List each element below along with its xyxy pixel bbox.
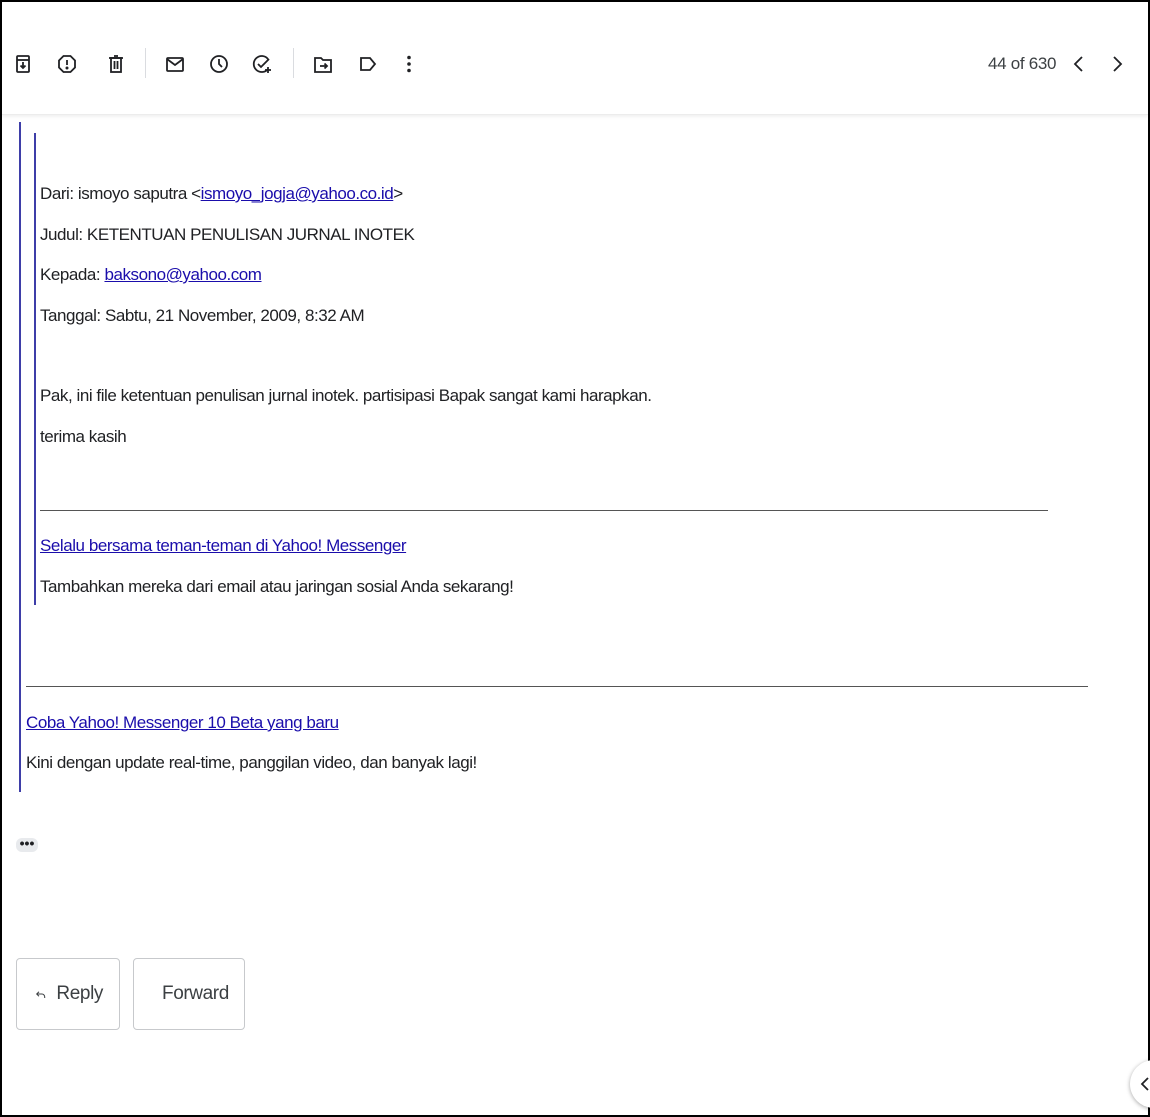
divider: [40, 510, 1048, 511]
reply-label: Reply: [56, 983, 103, 1004]
pagination-count: 44 of 630: [988, 54, 1057, 73]
sender-email-link[interactable]: ismoyo_jogja@yahoo.co.id: [201, 184, 394, 203]
forward-label: Forward: [162, 983, 229, 1004]
footer-link-beta: Coba Yahoo! Messenger 10 Beta yang baru: [26, 713, 339, 733]
forward-button[interactable]: Forward: [133, 958, 245, 1030]
messenger-promo-link[interactable]: Selalu bersama teman-teman di Yahoo! Mes…: [40, 536, 407, 555]
to-label: Kepada:: [40, 265, 105, 284]
trash-icon[interactable]: [103, 50, 129, 78]
add-task-icon[interactable]: [249, 50, 275, 78]
footer-text-messenger: Tambahkan mereka dari email atau jaringa…: [40, 577, 514, 596]
message-toolbar: 44 of 630: [2, 2, 1148, 115]
more-vert-icon[interactable]: [396, 50, 422, 78]
move-to-icon[interactable]: [310, 50, 336, 78]
chevron-left-icon[interactable]: [1066, 50, 1092, 78]
email-view: 44 of 630 Dari: ismoyo saputra <ismoyo_j…: [0, 0, 1150, 1117]
date-line: Tanggal: Sabtu, 21 November, 2009, 8:32 …: [40, 306, 365, 325]
reply-icon: [35, 991, 46, 998]
clock-icon[interactable]: [206, 50, 232, 78]
chevron-left-icon: [1140, 1077, 1149, 1091]
body-text-closing: terima kasih: [40, 427, 127, 446]
report-spam-icon[interactable]: [54, 50, 80, 78]
from-line: Dari: ismoyo saputra <ismoyo_jogja@yahoo…: [40, 184, 403, 204]
toolbar-divider: [293, 48, 294, 78]
to-line: Kepada: baksono@yahoo.com: [40, 265, 262, 285]
label-icon[interactable]: [355, 50, 381, 78]
reply-button[interactable]: Reply: [16, 958, 120, 1030]
subject-line: Judul: KETENTUAN PENULISAN JURNAL INOTEK: [40, 225, 415, 244]
body-text: Pak, ini file ketentuan penulisan jurnal…: [40, 386, 652, 405]
archive-icon[interactable]: [10, 50, 36, 78]
messenger-beta-link[interactable]: Coba Yahoo! Messenger 10 Beta yang baru: [26, 713, 339, 732]
from-suffix: >: [393, 184, 403, 203]
chevron-right-icon[interactable]: [1104, 50, 1130, 78]
mail-icon[interactable]: [162, 50, 188, 78]
show-trimmed-content-button[interactable]: •••: [16, 836, 38, 852]
from-label: Dari: ismoyo saputra <: [40, 184, 201, 203]
footer-text-beta: Kini dengan update real-time, panggilan …: [26, 753, 477, 772]
toolbar-divider: [145, 48, 146, 78]
divider: [26, 686, 1088, 687]
recipient-email-link[interactable]: baksono@yahoo.com: [104, 265, 261, 284]
footer-link-messenger: Selalu bersama teman-teman di Yahoo! Mes…: [40, 536, 407, 556]
